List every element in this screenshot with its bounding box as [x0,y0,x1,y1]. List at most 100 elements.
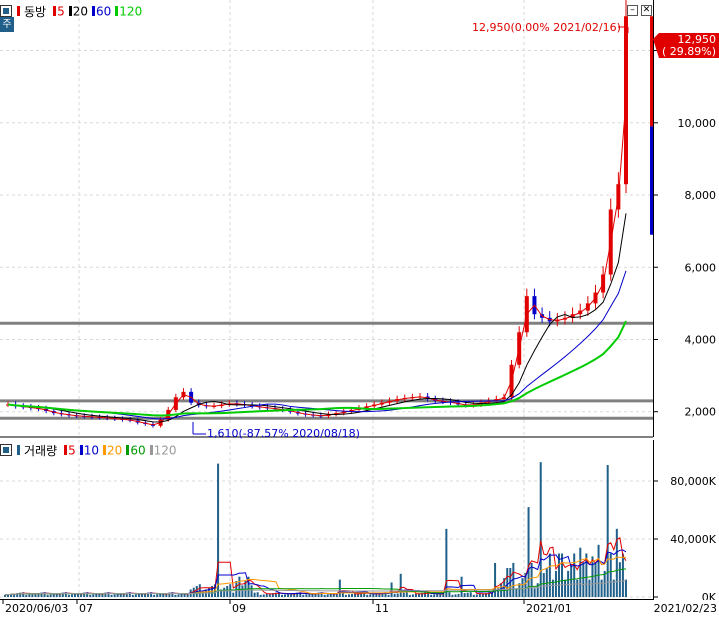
volume-bar [624,579,627,597]
volume-bar [49,594,52,597]
volume-bar [262,594,265,597]
candlesticks [6,0,628,428]
legend-ma-120[interactable]: 120 [154,443,177,457]
volume-bar [466,592,469,597]
legend-ma-5[interactable]: 5 [57,4,65,18]
volume-bar [588,579,591,597]
volume-bar [457,593,460,597]
moving-averages [7,100,627,426]
volume-bar [70,594,73,597]
volume-bar [387,594,390,597]
volume-bar [223,587,226,597]
volume-bar [494,562,497,597]
support-lines [0,321,653,420]
volume-bar [621,553,624,597]
x-tick-label: 2020/06/03 [5,602,68,615]
volume-bar [405,592,408,597]
volume-bar [180,593,183,597]
volume-chart-pane[interactable]: 80,000K 40,000K 0K 거래량 5 10 20 60 120 [0,440,719,600]
volume-bar [344,594,347,597]
volume-bar [226,585,229,597]
volume-bar [131,594,134,597]
volume-bar [472,594,475,597]
volume-bar [527,507,530,597]
volume-bar [469,592,472,597]
volume-bar [287,593,290,597]
volume-bar [521,578,524,597]
volume-bar [606,465,609,597]
volume-bar [284,594,287,597]
volume-bar [561,553,564,597]
volume-bar [74,593,77,597]
volume-bar [369,594,372,597]
volume-bar [393,593,396,597]
y-tick-label: 6,000 [685,261,717,274]
legend-ma-20[interactable]: 20 [107,443,122,457]
volume-bar [113,594,116,597]
volume-bar [475,594,478,597]
legend-swatch [92,6,96,17]
legend-swatch [79,445,83,456]
price-chart[interactable]: 12,00010,0008,0006,0004,0002,000 12,950(… [0,0,719,440]
x-tick-label: 2021/01 [526,602,572,615]
volume-bar [329,593,332,597]
volume-menu-icon[interactable] [0,444,12,456]
legend-ma-20[interactable]: 20 [73,4,88,18]
legend-ma-120[interactable]: 120 [119,4,142,18]
volume-moving-averages [4,537,627,596]
volume-bar [600,579,603,597]
legend-ma-60[interactable]: 60 [96,4,111,18]
volume-bar [618,562,621,597]
x-tick-label: 09 [232,602,246,615]
price-axis: 12,00010,0008,0006,0004,0002,000 [650,16,717,419]
legend-ma-60[interactable]: 60 [130,443,145,457]
legend-swatch [103,445,107,456]
volume-bar [235,581,238,597]
volume-bar [92,594,95,597]
ma60-line [7,270,627,420]
volume-bar [232,592,235,597]
pane-menu-icon[interactable] [0,5,12,17]
volume-bar [454,594,457,597]
legend-swatch [126,445,130,456]
volume-bar [67,594,70,597]
price-legend: 동방 5 20 60 120 [0,3,142,19]
volume-bar [609,553,612,597]
x-axis: 2020/06/03 07 09 11 2021/01 2021/02/23 [0,600,719,617]
volume-chart[interactable]: 80,000K 40,000K 0K [0,440,719,600]
volume-bar [515,588,518,597]
volume-bar [305,594,308,597]
volume-tick-label: 40,000K [670,533,716,546]
price-chart-pane[interactable]: 12,00010,0008,0006,0004,0002,000 12,950(… [0,0,719,440]
volume-bar [597,544,600,597]
volume-bar [436,593,439,597]
volume-bar [576,579,579,597]
volume-bar [347,594,350,597]
legend-swatch [53,6,57,17]
close-button[interactable]: ✕ [641,5,652,16]
volume-bar [539,462,542,597]
legend-ma-10[interactable]: 10 [84,443,99,457]
volume-ma-line [4,549,627,596]
volume-bar [110,594,113,597]
volume-bar [396,593,399,597]
minimize-button[interactable]: – [627,5,638,16]
volume-bar [265,593,268,597]
volume-bar [134,594,137,597]
volume-bar [25,594,28,597]
legend-swatch [149,445,153,456]
volume-bar [31,593,34,597]
volume-bar [177,594,180,597]
volume-bar [542,573,545,597]
volume-bar [433,594,436,597]
volume-tick-label: 0K [702,591,717,600]
period-badge[interactable]: 주 [0,17,14,32]
volume-bar [238,576,241,597]
volume-bar [256,592,259,597]
volume-bar [594,562,597,597]
legend-swatch [115,6,119,17]
volume-bar [116,593,119,597]
volume-bar [323,594,326,597]
legend-ma-5[interactable]: 5 [68,443,76,457]
high-annotation: 12,950(0.00% 2021/02/16) [472,21,621,34]
